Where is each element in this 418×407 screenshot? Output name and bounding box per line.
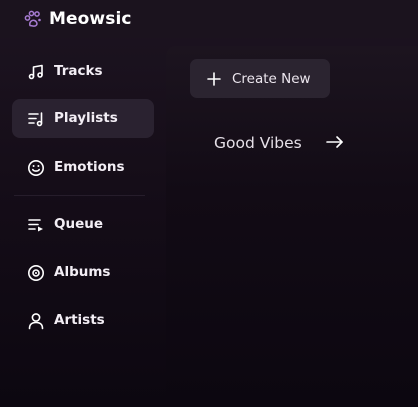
playlist-icon	[28, 112, 43, 127]
top-bar: Meowsic	[0, 0, 418, 38]
sidebar-item-artists[interactable]: Artists	[12, 301, 154, 340]
sidebar-item-emotions[interactable]: Emotions	[12, 148, 154, 187]
sidebar: Tracks Playlists Emotions Queue Albums A…	[0, 38, 160, 407]
sidebar-item-label: Emotions	[54, 159, 125, 175]
sidebar-item-albums[interactable]: Albums	[12, 253, 154, 292]
arrow-right-icon	[326, 136, 343, 148]
sidebar-item-label: Tracks	[54, 63, 103, 79]
smiley-icon	[28, 160, 44, 176]
app-title: Meowsic	[49, 9, 132, 29]
sidebar-item-label: Albums	[54, 264, 111, 280]
sidebar-item-queue[interactable]: Queue	[12, 205, 154, 244]
paw-icon	[24, 10, 41, 27]
app-window: Meowsic Tracks Playlists Emotions Queue …	[0, 0, 418, 407]
sidebar-divider	[14, 195, 145, 196]
person-icon	[28, 313, 44, 330]
sidebar-item-label: Artists	[54, 312, 105, 328]
create-new-button[interactable]: Create New	[190, 59, 330, 98]
playlist-item-good-vibes[interactable]: Good Vibes	[214, 130, 354, 154]
queue-icon	[28, 219, 43, 232]
sidebar-item-tracks[interactable]: Tracks	[12, 52, 154, 91]
playlist-name: Good Vibes	[214, 134, 302, 152]
disc-icon	[28, 265, 44, 281]
plus-icon	[207, 72, 221, 86]
sidebar-item-playlists[interactable]: Playlists	[12, 99, 154, 138]
create-new-label: Create New	[232, 71, 311, 87]
sidebar-item-label: Playlists	[54, 110, 118, 126]
music-note-icon	[28, 64, 43, 80]
sidebar-item-label: Queue	[54, 216, 104, 232]
main-content: Create New Good Vibes	[166, 46, 418, 407]
